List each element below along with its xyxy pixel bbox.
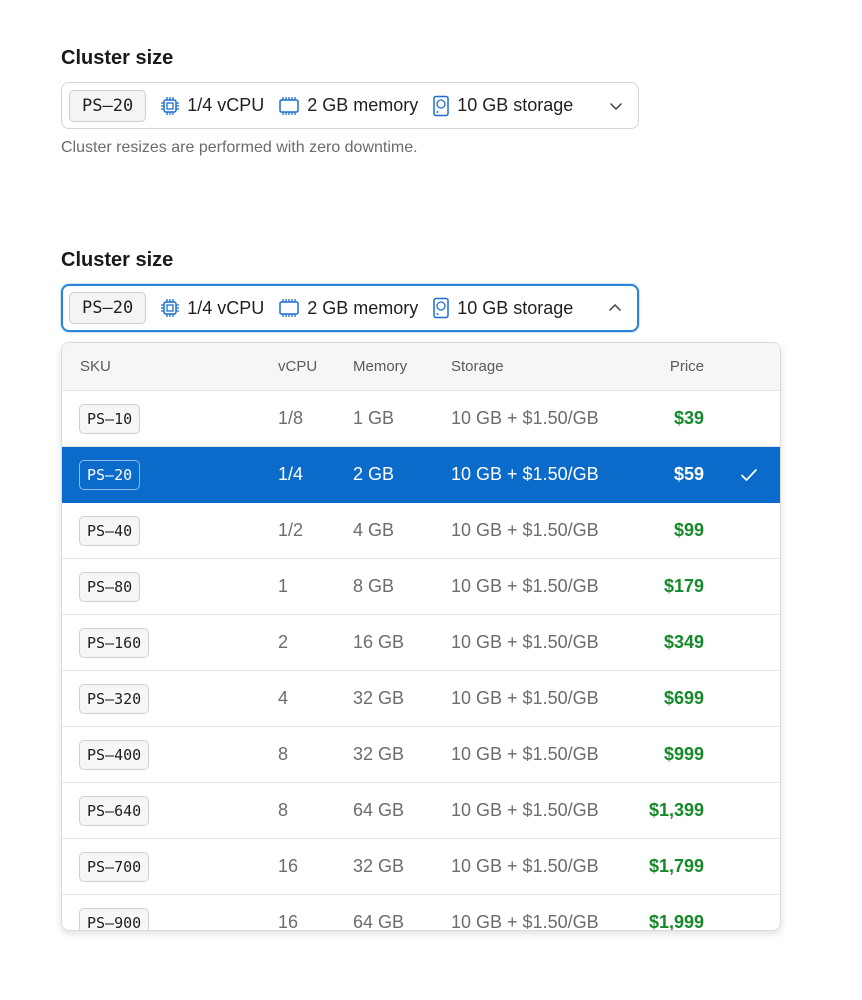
row-sku-badge: PS–320 [79,684,150,714]
storage-text: 10 GB storage [457,95,574,115]
storage-spec: 10 GB storage [432,95,573,117]
row-vcpu: 8 [278,800,289,820]
storage-icon [433,297,449,319]
header-memory: Memory [353,358,408,375]
cpu-icon [161,299,180,317]
row-storage: 10 GB + $1.50/GB [451,576,599,596]
vcpu-text: 1/4 vCPU [187,95,265,115]
sku-option-row[interactable]: PS–900 16 64 GB 10 GB + $1.50/GB $1,999 [62,895,780,931]
row-price: $39 [673,408,704,428]
row-vcpu: 16 [278,856,299,876]
row-memory: 2 GB [353,464,395,484]
row-storage: 10 GB + $1.50/GB [451,464,599,484]
vcpu-text: 1/4 vCPU [187,297,265,318]
row-vcpu: 2 [278,632,289,652]
row-vcpu: 8 [278,744,289,764]
row-sku-badge: PS–400 [79,740,150,770]
row-storage: 10 GB + $1.50/GB [451,408,599,428]
row-price: $349 [663,632,704,652]
row-vcpu: 1 [278,576,289,596]
sku-option-row[interactable]: PS–40 1/2 4 GB 10 GB + $1.50/GB $99 [62,503,780,559]
row-sku-badge: PS–900 [79,908,150,930]
row-memory: 16 GB [353,632,405,652]
row-memory: 1 GB [353,408,395,428]
cluster-size-label: Cluster size [61,249,174,271]
row-vcpu: 16 [278,912,299,931]
vcpu-spec: 1/4 vCPU [160,298,264,319]
row-price: $179 [663,576,704,596]
row-price: $59 [673,464,704,484]
header-price: Price [669,358,704,375]
sku-rows: PS–10 1/8 1 GB 10 GB + $1.50/GB $39 PS–20 1/4 2… [62,391,780,931]
sku-option-row[interactable]: PS–10 1/8 1 GB 10 GB + $1.50/GB $39 [62,391,780,447]
header-sku: SKU [80,358,111,375]
table-header: SKU vCPU Memory Storage Price [62,343,780,391]
row-memory: 32 GB [353,688,405,708]
memory-text: 2 GB memory [307,95,419,115]
row-sku-badge: PS–10 [79,404,141,434]
row-sku-badge: PS–160 [79,628,150,658]
row-storage: 10 GB + $1.50/GB [451,800,599,820]
sku-option-row[interactable]: PS–640 8 64 GB 10 GB + $1.50/GB $1,399 [62,783,780,839]
cluster-size-section-open: Cluster size PS–20 1/4 vCPU 2 GB memory … [61,246,639,332]
row-storage: 10 GB + $1.50/GB [451,856,599,876]
memory-icon [279,299,299,317]
cluster-size-select[interactable]: PS–20 1/4 vCPU 2 GB memory 10 GB storage [61,82,639,129]
row-price: $699 [663,688,704,708]
cluster-size-label: Cluster size [61,47,174,69]
row-memory: 64 GB [353,800,405,820]
row-price: $1,399 [648,800,704,820]
row-sku-badge: PS–20 [79,460,141,490]
sku-option-row[interactable]: PS–160 2 16 GB 10 GB + $1.50/GB $349 [62,615,780,671]
row-memory: 4 GB [353,520,395,540]
row-vcpu: 4 [278,688,289,708]
storage-text: 10 GB storage [457,297,574,318]
storage-spec: 10 GB storage [432,297,573,319]
sku-option-row[interactable]: PS–20 1/4 2 GB 10 GB + $1.50/GB $59 [62,447,780,503]
sku-dropdown-menu[interactable]: SKU vCPU Memory Storage Price PS–10 1/8 1 … [61,342,781,931]
row-vcpu: 1/4 [278,464,304,484]
chevron-down-icon[interactable] [608,98,624,114]
row-vcpu: 1/2 [278,520,304,540]
row-memory: 64 GB [353,912,405,931]
selected-sku-badge: PS–20 [69,89,147,122]
row-vcpu: 1/8 [278,408,304,428]
memory-icon [279,96,299,115]
row-price: $999 [663,744,704,764]
cluster-size-section-closed: Cluster size PS–20 1/4 vCPU 2 GB memory … [61,44,639,157]
row-memory: 32 GB [353,856,405,876]
storage-icon [433,95,449,116]
chevron-up-icon[interactable] [607,300,623,316]
memory-spec: 2 GB memory [278,298,418,319]
header-vcpu: vCPU [278,358,318,375]
row-storage: 10 GB + $1.50/GB [451,912,599,931]
cluster-size-select-open[interactable]: PS–20 1/4 vCPU 2 GB memory 10 GB storage [61,284,639,332]
sku-option-row[interactable]: PS–700 16 32 GB 10 GB + $1.50/GB $1,799 [62,839,780,895]
sku-option-row[interactable]: PS–320 4 32 GB 10 GB + $1.50/GB $699 [62,671,780,727]
row-storage: 10 GB + $1.50/GB [451,688,599,708]
selected-sku-badge: PS–20 [69,292,147,324]
row-storage: 10 GB + $1.50/GB [451,520,599,540]
check-icon [741,469,757,481]
resize-hint-text: Cluster resizes are performed with zero … [61,139,418,156]
row-price: $1,799 [648,856,704,876]
row-sku-badge: PS–40 [79,516,141,546]
row-price: $1,999 [648,912,704,931]
row-storage: 10 GB + $1.50/GB [451,632,599,652]
row-sku-badge: PS–80 [79,572,141,602]
row-price: $99 [673,520,704,540]
header-storage: Storage [451,358,504,375]
row-memory: 8 GB [353,576,395,596]
row-storage: 10 GB + $1.50/GB [451,744,599,764]
memory-text: 2 GB memory [307,297,419,318]
sku-option-row[interactable]: PS–80 1 8 GB 10 GB + $1.50/GB $179 [62,559,780,615]
row-memory: 32 GB [353,744,405,764]
vcpu-spec: 1/4 vCPU [160,95,264,116]
row-sku-badge: PS–700 [79,852,150,882]
memory-spec: 2 GB memory [278,95,418,116]
cpu-icon [161,96,180,115]
sku-option-row[interactable]: PS–400 8 32 GB 10 GB + $1.50/GB $999 [62,727,780,783]
row-sku-badge: PS–640 [79,796,150,826]
